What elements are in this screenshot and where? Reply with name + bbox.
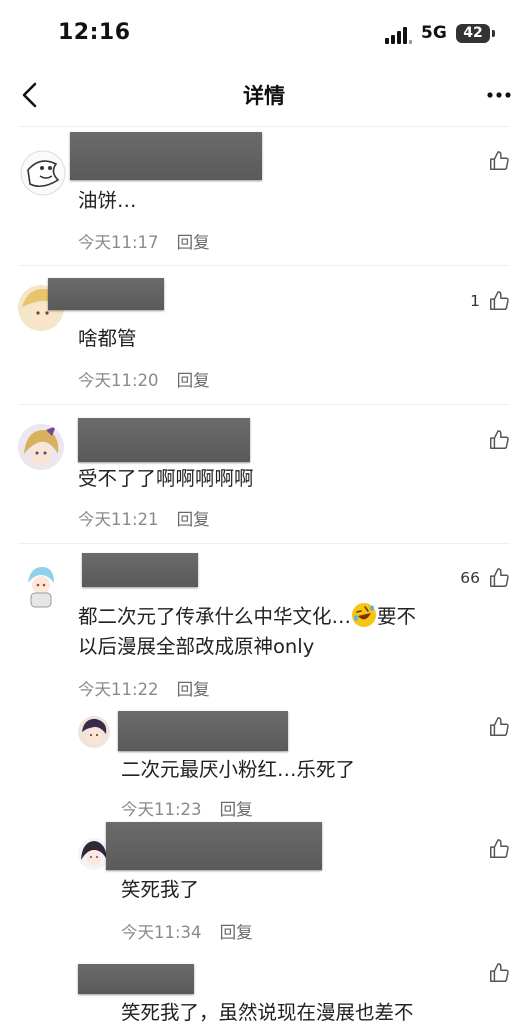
status-bar: 12:16 5G 42 <box>0 0 528 66</box>
like-button[interactable] <box>480 838 510 860</box>
comment-text: 受不了了啊啊啊啊啊 <box>78 467 254 490</box>
avatar[interactable] <box>18 424 64 470</box>
reply-text: 二次元最厌小粉红…乐死了 <box>121 758 356 781</box>
reply-time: 今天11:23 <box>121 800 202 819</box>
battery-tip <box>492 30 495 37</box>
reply-text: 笑死我了，虽然说现在漫展也差不 <box>121 1001 414 1024</box>
like-count: 66 <box>460 569 480 587</box>
divider <box>18 265 510 266</box>
like-count: 1 <box>470 292 480 310</box>
divider <box>18 126 510 127</box>
rofl-emoji-icon <box>352 603 377 627</box>
like-button[interactable]: 1 <box>470 290 510 312</box>
reply-text: 笑死我了 <box>121 878 200 901</box>
like-button[interactable] <box>480 429 510 451</box>
divider <box>18 404 510 405</box>
reply-meta: 今天11:34 回复 <box>121 919 253 943</box>
comment-text-line2: 以后漫展全部改成原神only <box>78 635 315 658</box>
like-button[interactable]: 66 <box>460 567 510 589</box>
comment-text-part: 都二次元了传承什么中华文化… <box>78 605 352 628</box>
thumbs-up-icon <box>490 151 509 170</box>
comment-time: 今天11:22 <box>78 680 159 699</box>
comment-meta: 今天11:17 回复 <box>78 229 210 253</box>
redacted-username <box>106 822 322 870</box>
reply-button[interactable]: 回复 <box>220 923 253 942</box>
reply-button[interactable]: 回复 <box>177 233 210 252</box>
reply-button[interactable]: 回复 <box>177 510 210 529</box>
comment-text: 都二次元了传承什么中华文化… 要不 <box>78 602 416 632</box>
battery-icon: 42 <box>456 24 490 43</box>
avatar[interactable] <box>78 716 110 748</box>
comment-time: 今天11:20 <box>78 371 159 390</box>
more-dots-icon[interactable] <box>484 80 514 110</box>
comment-text: 啥都管 <box>78 327 137 350</box>
avatar[interactable] <box>18 563 64 609</box>
redacted-username <box>78 964 194 994</box>
like-button[interactable] <box>480 150 510 172</box>
page-title: 详情 <box>243 84 285 108</box>
comment-text-part: 要不 <box>377 605 417 628</box>
reply-button[interactable]: 回复 <box>220 800 253 819</box>
redacted-username <box>78 418 250 462</box>
like-button[interactable] <box>480 962 510 984</box>
thumbs-up-icon <box>490 291 509 310</box>
nav-bar: 详情 <box>0 66 528 124</box>
thumbs-up-icon <box>490 568 509 587</box>
network-type: 5G <box>421 23 447 43</box>
thumbs-up-icon <box>490 430 509 449</box>
reply-meta: 今天11:23 回复 <box>121 796 253 820</box>
avatar[interactable] <box>20 150 66 196</box>
comment-meta: 今天11:20 回复 <box>78 367 210 391</box>
detail-screen: 12:16 5G 42 详情 油饼… 今天11:17 回复 啥都管 今天11:2… <box>0 0 528 1024</box>
redacted-username <box>70 132 262 180</box>
comment-text: 油饼… <box>78 189 137 212</box>
comment-time: 今天11:21 <box>78 510 159 529</box>
redacted-username <box>48 278 164 310</box>
redacted-username <box>82 553 198 587</box>
comment-meta: 今天11:21 回复 <box>78 506 210 530</box>
reply-button[interactable]: 回复 <box>177 680 210 699</box>
reply-time: 今天11:34 <box>121 923 202 942</box>
status-time: 12:16 <box>58 20 131 45</box>
thumbs-up-icon <box>490 963 509 982</box>
divider <box>18 543 510 544</box>
thumbs-up-icon <box>490 717 509 736</box>
like-button[interactable] <box>480 716 510 738</box>
comment-meta: 今天11:22 回复 <box>78 676 210 700</box>
signal-icon <box>385 26 415 44</box>
reply-button[interactable]: 回复 <box>177 371 210 390</box>
comment-time: 今天11:17 <box>78 233 159 252</box>
thumbs-up-icon <box>490 839 509 858</box>
redacted-username <box>118 711 288 751</box>
